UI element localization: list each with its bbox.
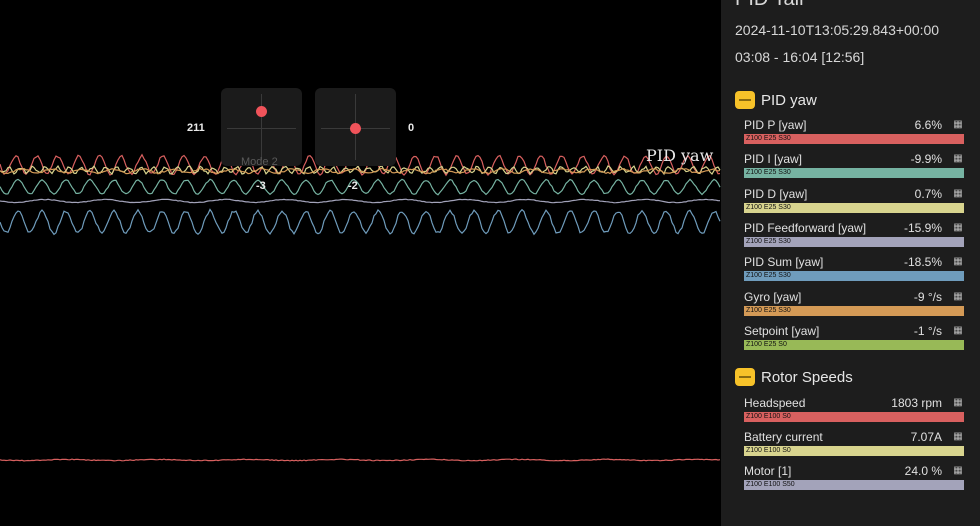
stick-right-box bbox=[315, 88, 396, 166]
field-name: PID P [yaw] bbox=[744, 118, 807, 132]
stick-left-dot bbox=[256, 106, 267, 117]
field-name: Gyro [yaw] bbox=[744, 290, 802, 304]
field-value: 1803 rpm bbox=[891, 396, 942, 410]
trace-headspeed bbox=[0, 458, 721, 462]
group-name: PID yaw bbox=[761, 91, 817, 109]
field-legend-panel: PID Tail 2024-11-10T13:05:29.843+00:00 0… bbox=[721, 0, 980, 526]
collapse-icon[interactable] bbox=[735, 91, 755, 109]
field-value: -9 °/s bbox=[913, 290, 942, 304]
group-name: Rotor Speeds bbox=[761, 368, 853, 386]
field-value: -1 °/s bbox=[913, 324, 942, 338]
field-value: 7.07A bbox=[910, 430, 942, 444]
field-name: PID I [yaw] bbox=[744, 152, 803, 166]
bar-chart-icon[interactable]: ▦ bbox=[952, 431, 964, 443]
field-scale-bar: Z100 E25 S30 bbox=[744, 134, 964, 144]
stick-left-box bbox=[221, 88, 302, 166]
field-value: -18.5% bbox=[903, 255, 942, 269]
group-header-pid-yaw[interactable]: PID yaw bbox=[735, 89, 817, 111]
field-gyro-yaw[interactable]: Gyro [yaw] -9 °/s ▦ Z100 E25 S30 bbox=[744, 290, 964, 320]
field-scale: Z100 E25 S30 bbox=[746, 135, 791, 142]
log-title: PID Tail bbox=[735, 0, 804, 11]
field-scale-bar: Z100 E100 S0 bbox=[744, 412, 964, 422]
field-pid-d[interactable]: PID D [yaw] 0.7% ▦ Z100 E25 S30 bbox=[744, 187, 964, 217]
bar-chart-icon[interactable]: ▦ bbox=[952, 188, 964, 200]
stick-right-dot bbox=[350, 123, 361, 134]
field-headspeed[interactable]: Headspeed 1803 rpm ▦ Z100 E100 S0 bbox=[744, 396, 964, 426]
field-battery-current[interactable]: Battery current 7.07A ▦ Z100 E100 S0 bbox=[744, 430, 964, 460]
field-scale: Z100 E25 S30 bbox=[746, 238, 791, 245]
field-scale: Z100 E25 S30 bbox=[746, 169, 791, 176]
field-name: PID D [yaw] bbox=[744, 187, 808, 201]
field-scale-bar: Z100 E100 S0 bbox=[744, 446, 964, 456]
trace-feedforward bbox=[0, 198, 721, 204]
field-pid-feedforward[interactable]: PID Feedforward [yaw] -15.9% ▦ Z100 E25 … bbox=[744, 221, 964, 251]
field-scale-bar: Z100 E25 S30 bbox=[744, 306, 964, 316]
field-scale-bar: Z100 E25 S30 bbox=[744, 168, 964, 178]
field-name: PID Sum [yaw] bbox=[744, 255, 824, 269]
field-scale: Z100 E100 S0 bbox=[746, 413, 791, 420]
group-header-rotor-speeds[interactable]: Rotor Speeds bbox=[735, 366, 853, 388]
field-scale-bar: Z100 E100 S50 bbox=[744, 480, 964, 490]
stick-right-value: 0 bbox=[408, 122, 415, 134]
stick-right-bottom-value: -2 bbox=[348, 180, 358, 192]
field-pid-sum[interactable]: PID Sum [yaw] -18.5% ▦ Z100 E25 S30 bbox=[744, 255, 964, 285]
log-time-range: 03:08 - 16:04 [12:56] bbox=[735, 49, 865, 65]
field-value: 6.6% bbox=[914, 118, 942, 132]
field-value: 24.0 % bbox=[904, 464, 942, 478]
graph-traces bbox=[0, 153, 721, 462]
field-scale: Z100 E25 S0 bbox=[746, 341, 787, 348]
field-value: 0.7% bbox=[914, 187, 942, 201]
stick-left-value: 211 bbox=[187, 122, 205, 134]
field-scale-bar: Z100 E25 S30 bbox=[744, 203, 964, 213]
trace-pid-sum bbox=[0, 208, 721, 236]
field-scale: Z100 E100 S50 bbox=[746, 481, 795, 488]
field-scale-bar: Z100 E25 S30 bbox=[744, 237, 964, 247]
log-date: 2024-11-10T13:05:29.843+00:00 bbox=[735, 22, 940, 38]
bar-chart-icon[interactable]: ▦ bbox=[952, 222, 964, 234]
trace-pid-i bbox=[0, 178, 721, 196]
collapse-icon[interactable] bbox=[735, 368, 755, 386]
field-scale-bar: Z100 E25 S0 bbox=[744, 340, 964, 350]
field-setpoint-yaw[interactable]: Setpoint [yaw] -1 °/s ▦ Z100 E25 S0 bbox=[744, 324, 964, 354]
field-scale: Z100 E25 S30 bbox=[746, 307, 791, 314]
stick-mode-label: Mode 2 bbox=[241, 156, 278, 168]
field-scale-bar: Z100 E25 S30 bbox=[744, 271, 964, 281]
bar-chart-icon[interactable]: ▦ bbox=[952, 291, 964, 303]
field-pid-p[interactable]: PID P [yaw] 6.6% ▦ Z100 E25 S30 bbox=[744, 118, 964, 148]
field-value: -9.9% bbox=[910, 152, 942, 166]
field-name: Motor [1] bbox=[744, 464, 792, 478]
bar-chart-icon[interactable]: ▦ bbox=[952, 465, 964, 477]
field-name: Battery current bbox=[744, 430, 823, 444]
field-name: Headspeed bbox=[744, 396, 806, 410]
graph-title: PID yaw bbox=[646, 146, 714, 165]
field-name: Setpoint [yaw] bbox=[744, 324, 820, 338]
bar-chart-icon[interactable]: ▦ bbox=[952, 119, 964, 131]
bar-chart-icon[interactable]: ▦ bbox=[952, 325, 964, 337]
field-value: -15.9% bbox=[903, 221, 942, 235]
stick-left-bottom-value: -3 bbox=[256, 180, 266, 192]
field-pid-i[interactable]: PID I [yaw] -9.9% ▦ Z100 E25 S30 bbox=[744, 152, 964, 182]
field-motor-1[interactable]: Motor [1] 24.0 % ▦ Z100 E100 S50 bbox=[744, 464, 964, 494]
field-name: PID Feedforward [yaw] bbox=[744, 221, 867, 235]
field-scale: Z100 E100 S0 bbox=[746, 447, 791, 454]
field-scale: Z100 E25 S30 bbox=[746, 272, 791, 279]
bar-chart-icon[interactable]: ▦ bbox=[952, 256, 964, 268]
bar-chart-icon[interactable]: ▦ bbox=[952, 153, 964, 165]
field-scale: Z100 E25 S30 bbox=[746, 204, 791, 211]
graph-canvas[interactable]: 211 -3 Mode 2 0 -2 PID yaw bbox=[0, 0, 721, 526]
bar-chart-icon[interactable]: ▦ bbox=[952, 397, 964, 409]
